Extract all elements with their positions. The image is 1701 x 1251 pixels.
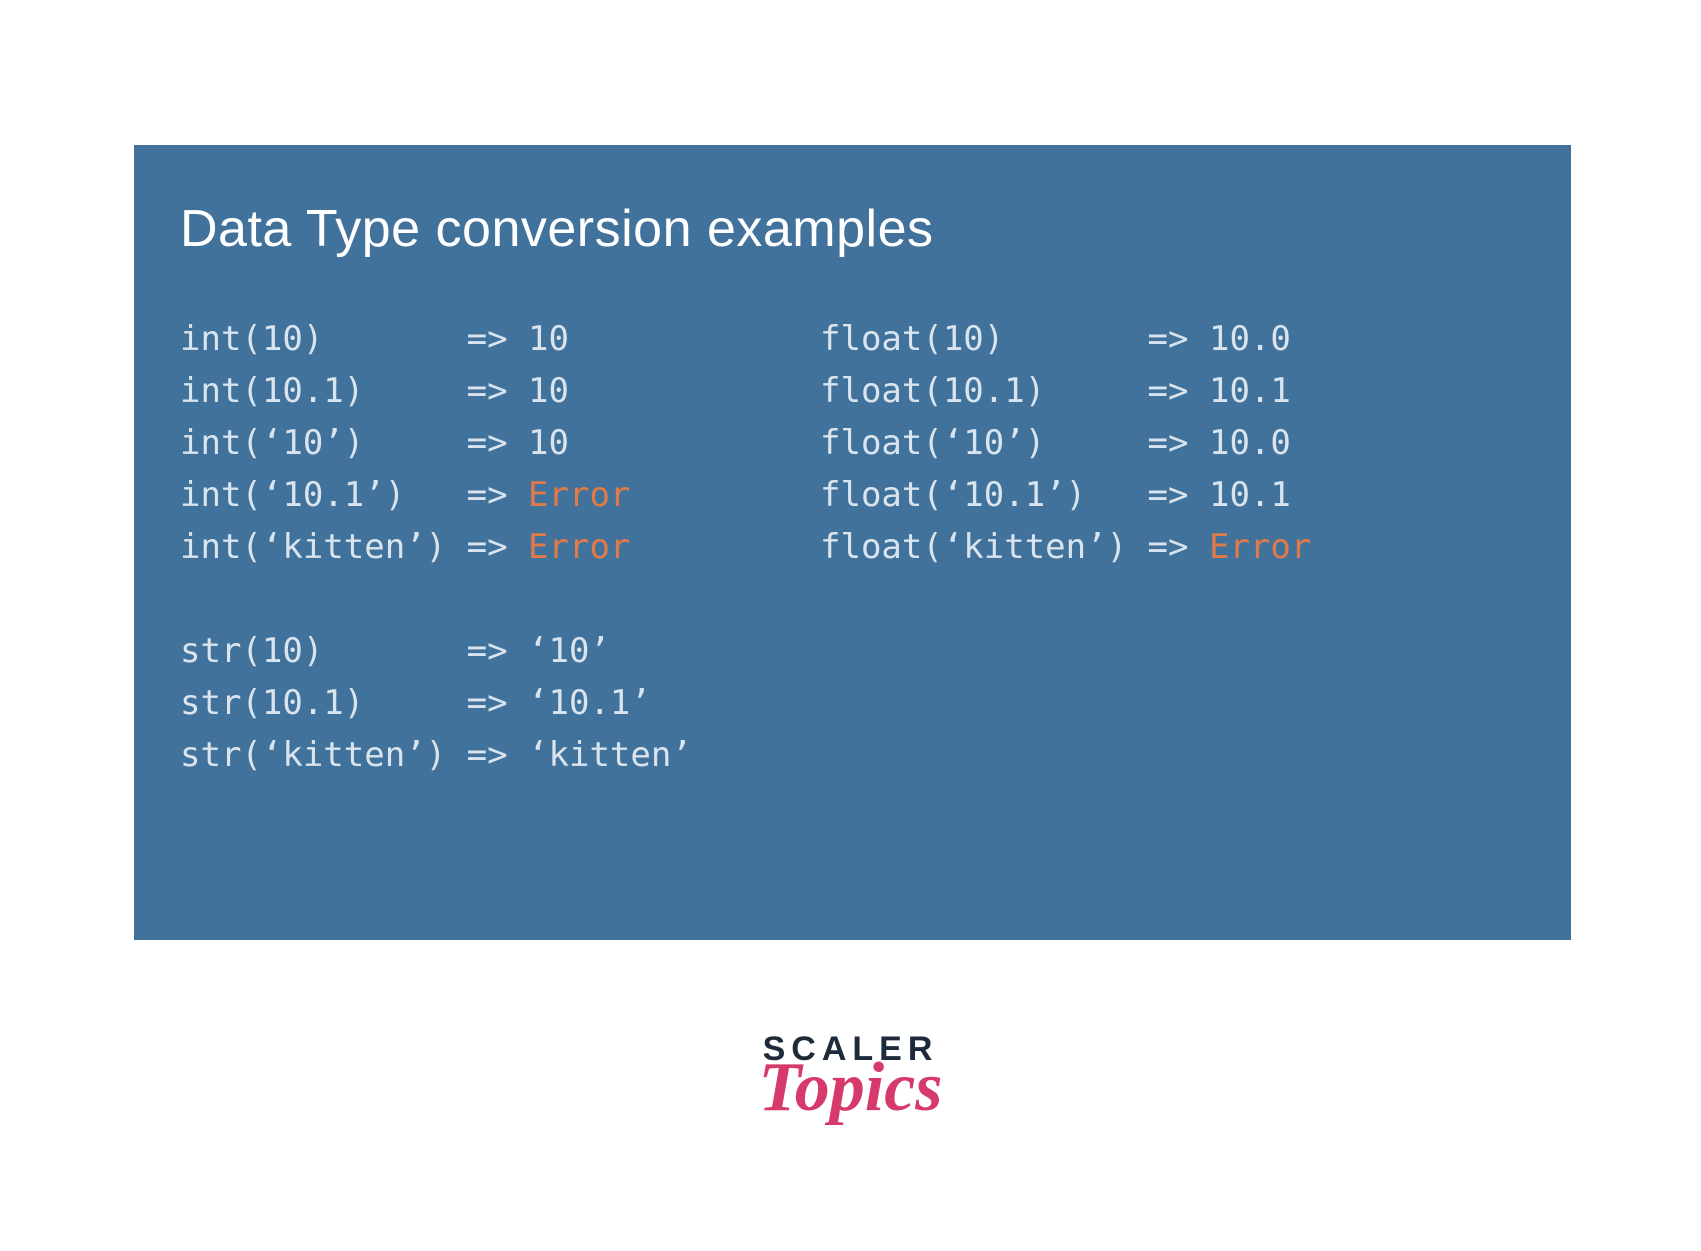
arrow: => bbox=[1148, 417, 1189, 469]
result: 10.1 bbox=[1209, 365, 1291, 417]
pad bbox=[1045, 365, 1147, 417]
expression: str(10) bbox=[180, 625, 323, 677]
code-row: float(10) => 10.0 bbox=[820, 313, 1531, 365]
expression: str(10.1) bbox=[180, 677, 364, 729]
code-area: int(10) => 10 int(10.1) => 10 int(‘10’) … bbox=[180, 313, 1531, 781]
code-row: str(10.1) => ‘10.1’ bbox=[180, 677, 820, 729]
space bbox=[1188, 313, 1208, 365]
space bbox=[508, 677, 528, 729]
pad bbox=[1004, 313, 1147, 365]
expression: float(‘kitten’) bbox=[820, 521, 1127, 573]
space bbox=[508, 469, 528, 521]
column-right: float(10) => 10.0 float(10.1) => 10.1 fl… bbox=[820, 313, 1531, 781]
result: 10.1 bbox=[1209, 469, 1291, 521]
code-row: int(10.1) => 10 bbox=[180, 365, 820, 417]
result: ‘10.1’ bbox=[528, 677, 651, 729]
code-row: int(‘10’) => 10 bbox=[180, 417, 820, 469]
arrow: => bbox=[467, 469, 508, 521]
arrow: => bbox=[467, 729, 508, 781]
expression: float(‘10’) bbox=[820, 417, 1045, 469]
result: 10 bbox=[528, 365, 569, 417]
arrow: => bbox=[467, 677, 508, 729]
code-row: float(10.1) => 10.1 bbox=[820, 365, 1531, 417]
arrow: => bbox=[467, 417, 508, 469]
result-error: Error bbox=[528, 469, 630, 521]
expression: int(‘10’) bbox=[180, 417, 364, 469]
pad bbox=[1127, 521, 1147, 573]
arrow: => bbox=[1148, 469, 1189, 521]
space bbox=[1188, 365, 1208, 417]
expression: int(10.1) bbox=[180, 365, 364, 417]
pad bbox=[1086, 469, 1147, 521]
expression: float(10.1) bbox=[820, 365, 1045, 417]
result: 10.0 bbox=[1209, 313, 1291, 365]
pad bbox=[446, 729, 466, 781]
slide-panel: Data Type conversion examples int(10) =>… bbox=[134, 145, 1571, 940]
pad bbox=[446, 521, 466, 573]
code-row: str(‘kitten’) => ‘kitten’ bbox=[180, 729, 820, 781]
space bbox=[508, 313, 528, 365]
code-row: str(10) => ‘10’ bbox=[180, 625, 820, 677]
result-error: Error bbox=[1209, 521, 1311, 573]
pad bbox=[364, 365, 466, 417]
space bbox=[508, 729, 528, 781]
arrow: => bbox=[467, 625, 508, 677]
pad bbox=[364, 677, 466, 729]
arrow: => bbox=[1148, 313, 1189, 365]
space bbox=[1188, 469, 1208, 521]
slide-title: Data Type conversion examples bbox=[180, 199, 1531, 259]
code-row: float(‘10.1’) => 10.1 bbox=[820, 469, 1531, 521]
result: ‘10’ bbox=[528, 625, 610, 677]
pad bbox=[405, 469, 466, 521]
column-left: int(10) => 10 int(10.1) => 10 int(‘10’) … bbox=[180, 313, 820, 781]
space bbox=[1188, 521, 1208, 573]
expression: int(‘kitten’) bbox=[180, 521, 446, 573]
page: Data Type conversion examples int(10) =>… bbox=[0, 0, 1701, 1251]
arrow: => bbox=[467, 521, 508, 573]
pad bbox=[323, 313, 466, 365]
expression: float(‘10.1’) bbox=[820, 469, 1086, 521]
space bbox=[1188, 417, 1208, 469]
arrow: => bbox=[1148, 521, 1189, 573]
expression: str(‘kitten’) bbox=[180, 729, 446, 781]
code-row: int(10) => 10 bbox=[180, 313, 820, 365]
space bbox=[508, 365, 528, 417]
expression: int(‘10.1’) bbox=[180, 469, 405, 521]
code-row: int(‘kitten’) => Error bbox=[180, 521, 820, 573]
code-row: int(‘10.1’) => Error bbox=[180, 469, 820, 521]
result: ‘kitten’ bbox=[528, 729, 692, 781]
expression: float(10) bbox=[820, 313, 1004, 365]
scaler-topics-logo: SCALER Topics bbox=[758, 1032, 942, 1116]
pad bbox=[364, 417, 466, 469]
result-error: Error bbox=[528, 521, 630, 573]
result: 10.0 bbox=[1209, 417, 1291, 469]
expression: int(10) bbox=[180, 313, 323, 365]
space bbox=[508, 521, 528, 573]
space bbox=[508, 417, 528, 469]
logo-line2: Topics bbox=[758, 1060, 942, 1116]
result: 10 bbox=[528, 417, 569, 469]
code-row: float(‘kitten’) => Error bbox=[820, 521, 1531, 573]
pad bbox=[1045, 417, 1147, 469]
code-row: float(‘10’) => 10.0 bbox=[820, 417, 1531, 469]
space bbox=[508, 625, 528, 677]
arrow: => bbox=[1148, 365, 1189, 417]
result: 10 bbox=[528, 313, 569, 365]
pad bbox=[323, 625, 466, 677]
arrow: => bbox=[467, 365, 508, 417]
arrow: => bbox=[467, 313, 508, 365]
blank-line bbox=[180, 573, 820, 625]
